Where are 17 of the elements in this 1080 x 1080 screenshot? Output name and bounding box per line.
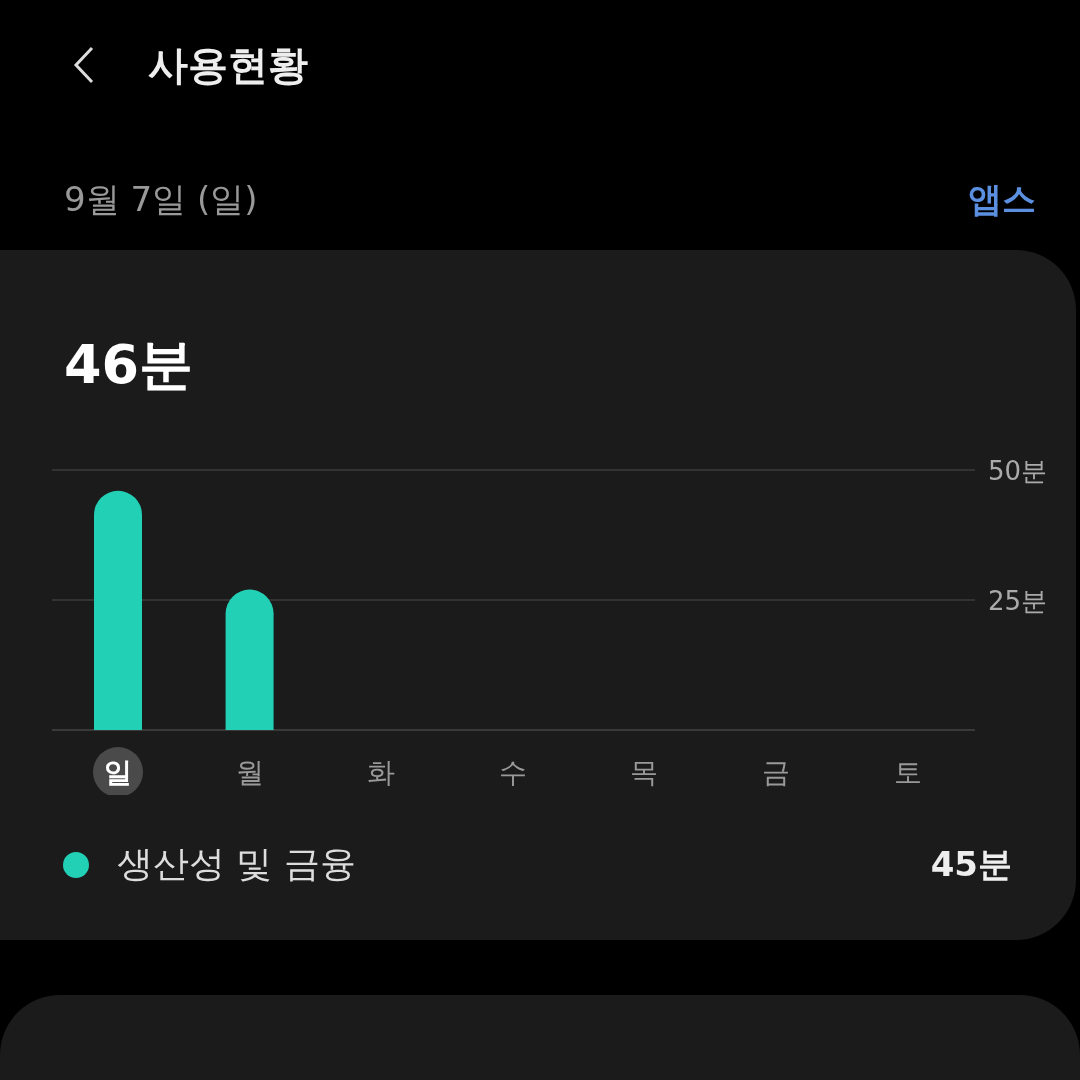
category-time: 45분 xyxy=(930,842,1012,886)
axis-label: 50분 xyxy=(988,456,1048,486)
day-tab[interactable]: 일 xyxy=(93,747,143,795)
date-label: 9월 7일 (일) xyxy=(64,178,258,221)
page-title: 사용현황 xyxy=(148,40,308,90)
day-tab[interactable]: 토 xyxy=(893,756,922,789)
day-tab[interactable]: 화 xyxy=(367,756,396,789)
axis-label: 25분 xyxy=(988,586,1048,616)
day-tab[interactable]: 금 xyxy=(762,756,790,789)
category-label: 생산성 및 금융 xyxy=(117,842,357,886)
day-tab[interactable]: 수 xyxy=(498,756,527,789)
day-tab[interactable]: 목 xyxy=(630,756,659,789)
back-icon[interactable] xyxy=(72,45,96,85)
day-tab[interactable]: 월 xyxy=(235,756,264,789)
apps-link[interactable]: 앱스 xyxy=(968,177,1036,223)
total-time: 46분 xyxy=(63,332,195,398)
x-tick-label: 일 xyxy=(104,756,132,789)
